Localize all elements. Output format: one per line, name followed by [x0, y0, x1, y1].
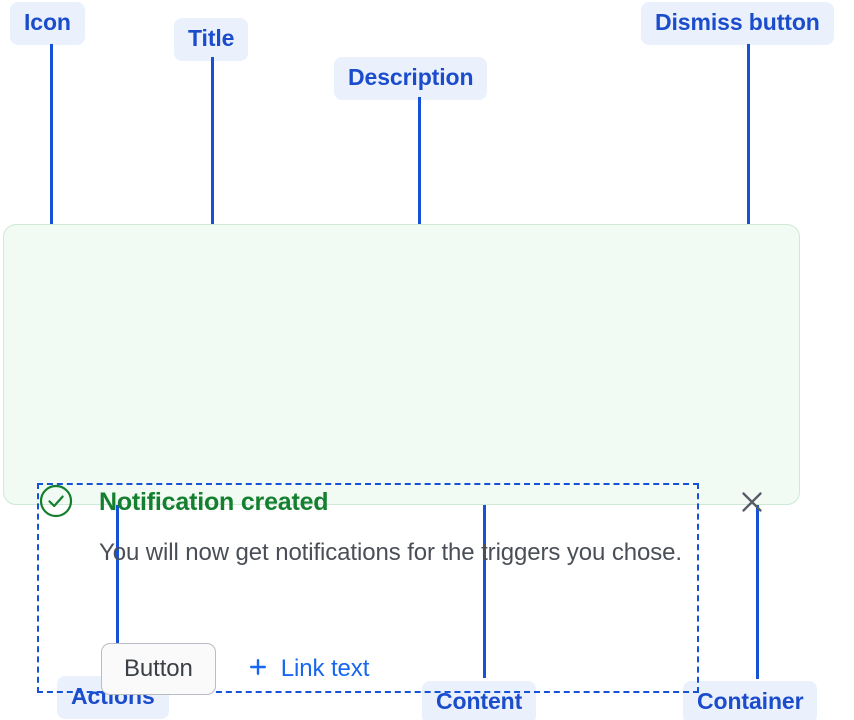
annotation-badge-title: Title [174, 18, 249, 61]
annotated-component-diagram: Icon Title Description Dismiss button Ac… [0, 0, 854, 720]
dismiss-button[interactable] [735, 486, 769, 520]
action-button[interactable]: Button [101, 643, 216, 695]
annotation-badge-description: Description [334, 57, 488, 100]
close-icon [739, 489, 765, 518]
annotation-badge-container: Container [683, 681, 818, 720]
notification-description: You will now get notifications for the t… [99, 539, 682, 566]
leader-line-dismiss-button [747, 44, 750, 250]
notification-container: Notification created You will now get no… [3, 224, 800, 695]
notification-title: Notification created [99, 488, 329, 516]
annotation-badge-dismiss-button: Dismiss button [641, 2, 834, 45]
action-link-label: Link text [280, 655, 370, 682]
annotation-badge-icon: Icon [10, 2, 85, 45]
leader-line-icon [50, 44, 53, 252]
action-link[interactable]: Link text [248, 655, 369, 683]
check-circle-icon [39, 484, 73, 518]
plus-icon [248, 657, 268, 682]
notification-actions: Button Link text [101, 643, 369, 695]
